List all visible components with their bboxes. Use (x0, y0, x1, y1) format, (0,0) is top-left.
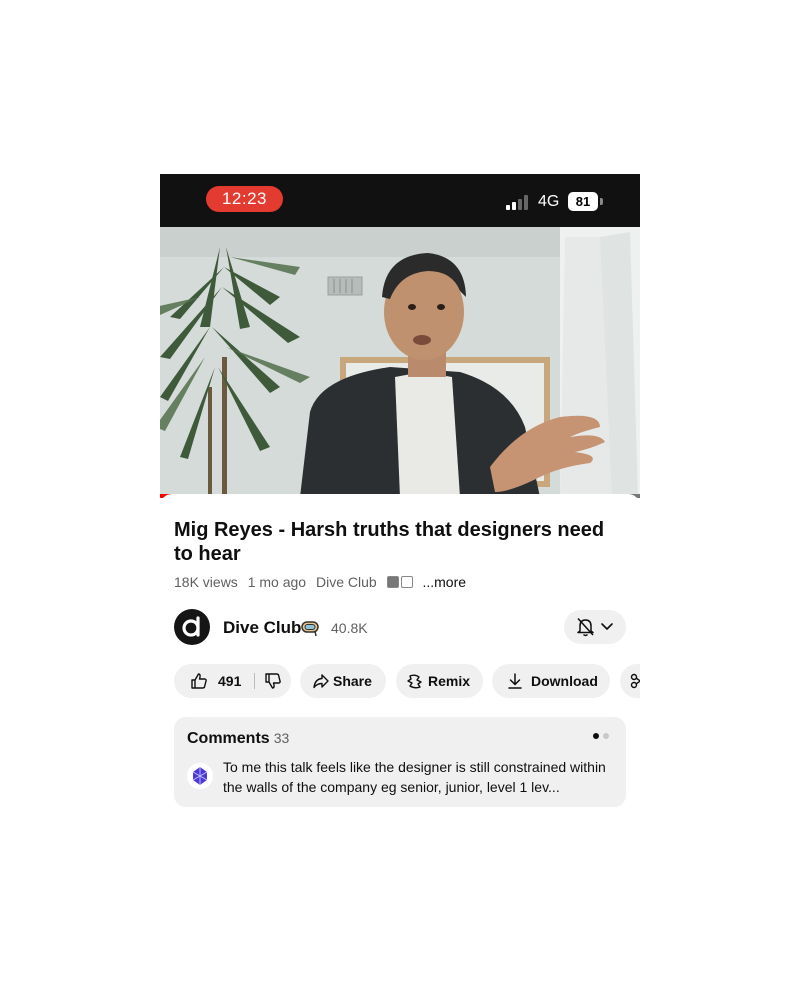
status-bar: 12:23 4G 81 (160, 174, 640, 227)
remix-label: Remix (428, 673, 471, 689)
battery-icon (600, 198, 603, 205)
share-arrow-icon (313, 674, 329, 689)
clip-button[interactable] (620, 664, 640, 698)
channel-tag: Dive Club (315, 574, 377, 590)
video-meta[interactable]: 18K views 1 mo ago Dive Club ...more (174, 574, 472, 590)
comments-heading: Comments 33 (187, 730, 289, 748)
cellular-signal-icon (506, 195, 532, 210)
subscription-bell-button[interactable] (564, 610, 626, 644)
remix-icon (407, 674, 422, 689)
top-comment-text: To me this talk feels like the designer … (223, 759, 606, 795)
battery-level: 81 (568, 192, 598, 211)
comments-preview[interactable]: Comments 33 To me this talk feels like th… (174, 717, 626, 807)
thumbs-up-icon (191, 673, 207, 689)
network-type: 4G (538, 193, 560, 210)
status-time[interactable]: 12:23 (206, 186, 283, 212)
channel-row: Dive Club 40.8K (174, 609, 626, 645)
remix-button[interactable]: Remix (396, 664, 483, 698)
action-bar: 491 Share Remix Download (174, 664, 640, 698)
download-label: Download (531, 673, 598, 689)
comments-count: 33 (273, 730, 290, 746)
channel-logo-icon (182, 616, 200, 637)
video-title[interactable]: Mig Reyes - Harsh truths that designers … (174, 518, 626, 566)
video-player[interactable] (160, 227, 640, 497)
comments-title: Comments (187, 730, 270, 747)
phone-screen: 12:23 4G 81 Mig Reyes - Harsh truths tha… (160, 174, 640, 824)
comments-page-indicator (593, 733, 613, 739)
download-icon (508, 673, 522, 689)
download-button[interactable]: Download (492, 664, 610, 698)
video-frame-image (160, 227, 640, 497)
video-details-panel: Mig Reyes - Harsh truths that designers … (160, 494, 640, 824)
like-dislike-button[interactable]: 491 (174, 664, 291, 698)
commenter-avatar-icon (187, 763, 213, 789)
diving-mask-icon (301, 621, 319, 637)
thumbs-down-icon[interactable] (264, 672, 282, 690)
share-button[interactable]: Share (300, 664, 386, 698)
more-link[interactable]: ...more (422, 574, 466, 590)
subscriber-count: 40.8K (331, 620, 368, 636)
channel-name[interactable]: Dive Club (223, 618, 301, 638)
badge-icon (400, 576, 413, 588)
view-count: 18K views (174, 574, 238, 590)
commenter-avatar[interactable] (187, 763, 213, 789)
like-divider (254, 673, 255, 689)
share-label: Share (333, 673, 372, 689)
bell-off-icon (577, 617, 613, 637)
badge-icon (386, 576, 399, 588)
scissors-icon (630, 673, 640, 689)
upload-age: 1 mo ago (247, 574, 307, 590)
like-count: 491 (218, 673, 242, 689)
channel-avatar[interactable] (174, 609, 210, 645)
